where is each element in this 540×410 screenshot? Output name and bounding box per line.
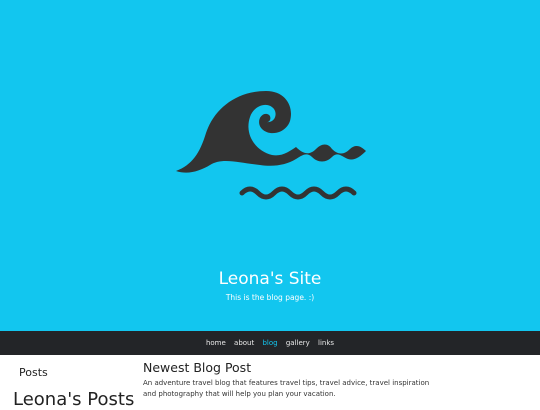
hero-banner: Leona's Site This is the blog page. :) <box>0 0 540 331</box>
nav-link-home[interactable]: home <box>206 339 226 347</box>
post-title: Newest Blog Post <box>143 360 252 375</box>
nav-link-blog[interactable]: blog <box>262 339 277 347</box>
wave-icon <box>176 91 366 200</box>
nav-link-about[interactable]: about <box>234 339 254 347</box>
sidebar-title: Leona's Posts <box>13 389 135 410</box>
site-title: Leona's Site <box>218 269 322 289</box>
sidebar-heading: Posts <box>19 366 48 379</box>
site-tagline: This is the blog page. :) <box>225 293 315 302</box>
navbar: home about blog gallery links <box>0 331 540 355</box>
post-description: An adventure travel blog that features t… <box>143 379 430 398</box>
nav-link-links[interactable]: links <box>318 339 334 347</box>
nav-link-gallery[interactable]: gallery <box>286 339 310 347</box>
